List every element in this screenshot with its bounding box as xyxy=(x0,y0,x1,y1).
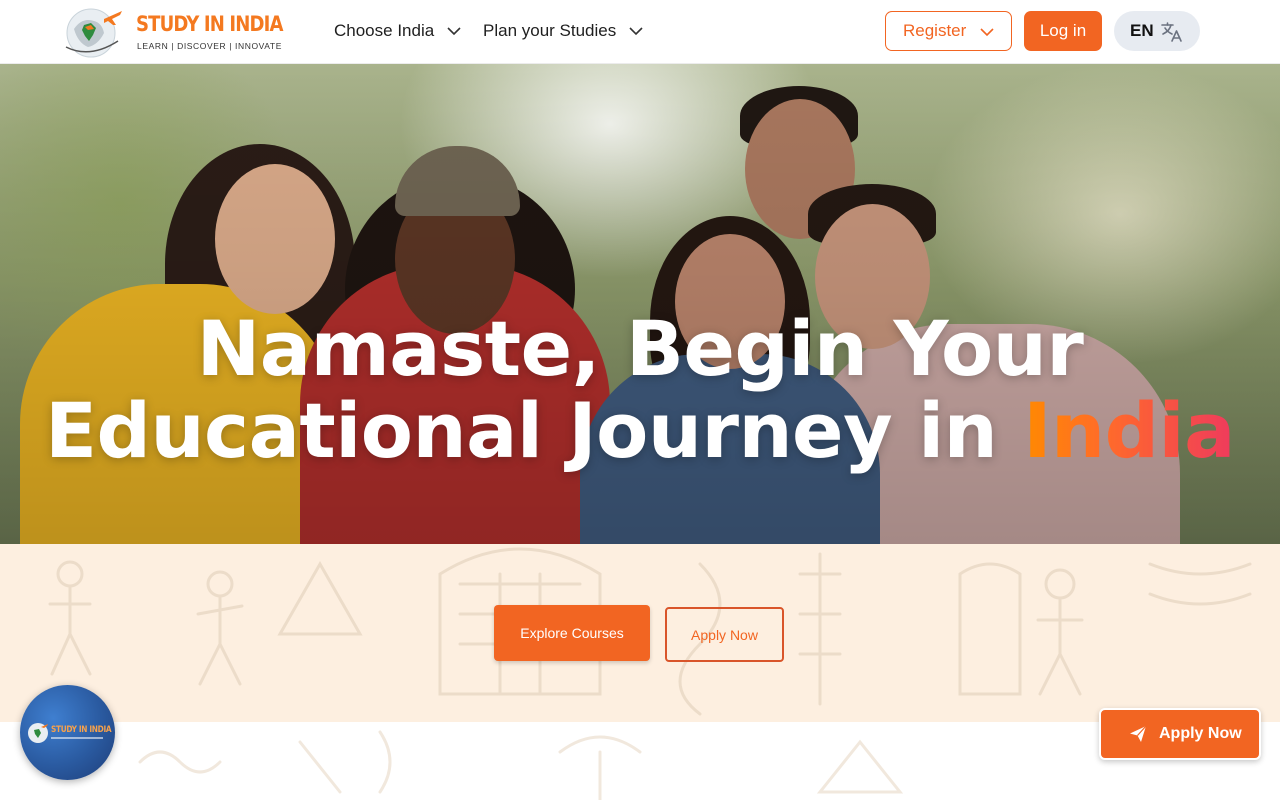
cta-section: Explore Courses Apply Now xyxy=(0,544,1280,722)
nav-plan-studies-label: Plan your Studies xyxy=(483,21,617,40)
explore-courses-button[interactable]: Explore Courses xyxy=(494,605,650,661)
chevron-down-icon xyxy=(629,27,643,36)
floating-apply-now-button[interactable]: Apply Now xyxy=(1099,708,1261,760)
chevron-down-icon xyxy=(980,28,994,37)
register-label: Register xyxy=(903,21,967,40)
hero-title-line-2: Educational Journey in India xyxy=(0,390,1280,472)
globe-with-airplane-icon xyxy=(65,8,122,58)
nav-choose-india[interactable]: Choose India xyxy=(334,18,462,44)
login-label: Log in xyxy=(1039,21,1087,40)
brand-name: STUDY IN INDIA xyxy=(136,12,284,36)
hero-title-prefix: Educational Journey in xyxy=(45,386,1024,475)
explore-courses-label: Explore Courses xyxy=(520,625,624,641)
brand-tagline: LEARN | DISCOVER | INNOVATE xyxy=(137,41,282,51)
register-button[interactable]: Register xyxy=(885,11,1012,51)
chat-widget-button[interactable]: STUDY IN INDIA xyxy=(20,685,115,780)
send-icon xyxy=(1130,725,1147,742)
chat-badge-brand: STUDY IN INDIA xyxy=(51,725,112,735)
hero-title-line-1: Namaste, Begin Your xyxy=(196,304,1084,393)
login-button[interactable]: Log in xyxy=(1024,11,1102,51)
floating-apply-now-label: Apply Now xyxy=(1159,725,1242,742)
logo-link[interactable]: STUDY IN INDIA LEARN | DISCOVER | INNOVA… xyxy=(64,3,284,59)
nav-choose-india-label: Choose India xyxy=(334,21,435,40)
hero-banner: Namaste, Begin Your Educational Journey … xyxy=(0,64,1280,544)
site-header: STUDY IN INDIA LEARN | DISCOVER | INNOVA… xyxy=(0,0,1280,64)
language-code: EN xyxy=(1130,21,1154,40)
hero-title-highlight: India xyxy=(1023,386,1235,475)
language-selector[interactable]: EN xyxy=(1114,11,1200,51)
globe-icon xyxy=(28,723,48,743)
next-section xyxy=(0,722,1280,800)
nav-plan-studies[interactable]: Plan your Studies xyxy=(483,18,644,44)
folk-art-pattern-lower xyxy=(138,730,904,800)
hero-title: Namaste, Begin Your Educational Journey … xyxy=(0,308,1280,472)
chevron-down-icon xyxy=(447,27,461,36)
apply-now-button[interactable]: Apply Now xyxy=(665,607,784,662)
apply-now-label: Apply Now xyxy=(691,626,758,643)
translate-icon xyxy=(1161,22,1182,42)
